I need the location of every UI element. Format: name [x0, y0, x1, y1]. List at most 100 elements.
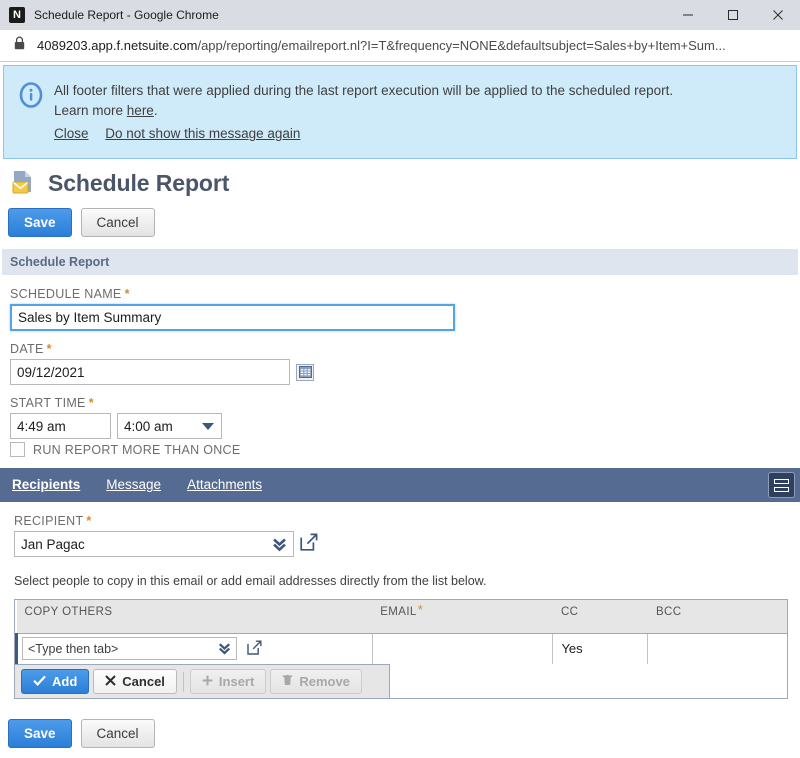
table-row: <Type then tab> Yes [15, 633, 788, 664]
minimize-button[interactable] [665, 0, 710, 30]
insert-button-label: Insert [218, 674, 255, 689]
date-label: DATE * [10, 342, 52, 356]
action-separator [182, 671, 184, 692]
page-content: All footer filters that were applied dur… [0, 62, 800, 758]
chevron-down-icon [202, 423, 214, 430]
double-chevron-down-icon [272, 536, 287, 556]
plus-icon [202, 673, 213, 690]
start-time-select[interactable]: 4:00 am [117, 413, 222, 439]
required-marker: * [88, 396, 94, 410]
cell-cc[interactable]: Yes [552, 633, 649, 664]
x-icon [105, 673, 116, 690]
copy-others-input[interactable]: <Type then tab> [22, 637, 237, 661]
cell-email[interactable] [372, 633, 554, 664]
address-bar[interactable]: 4089203.app.f.netsuite.com/app/reporting… [37, 38, 726, 53]
tab-bar: Recipients Message Attachments [0, 468, 800, 502]
column-header-copy-others[interactable]: COPY OTHERS [16, 600, 373, 634]
url-path: /app/reporting/emailreport.nl?I=T&freque… [197, 38, 726, 53]
section-header: Schedule Report [2, 249, 798, 275]
start-time-row: 4:00 am [10, 413, 800, 439]
banner-message: All footer filters that were applied dur… [54, 83, 674, 98]
table-header: COPY OTHERS EMAIL * CC BCC [16, 600, 787, 634]
check-icon [33, 673, 46, 690]
recipient-label: RECIPIENT * [14, 514, 92, 528]
window-title: Schedule Report - Google Chrome [34, 8, 219, 22]
schedule-name-label: SCHEDULE NAME * [10, 287, 130, 301]
calendar-icon[interactable] [296, 363, 314, 381]
required-marker: * [417, 602, 424, 617]
recipient-open-icon[interactable] [300, 533, 318, 556]
cell-copy-others[interactable]: <Type then tab> [15, 633, 373, 664]
start-time-select-value: 4:00 am [124, 418, 173, 434]
close-button[interactable] [755, 0, 800, 30]
tab-message[interactable]: Message [106, 477, 161, 493]
learn-more-link[interactable]: here [127, 103, 154, 118]
info-banner: All footer filters that were applied dur… [3, 65, 797, 159]
recipient-value: Jan Pagac [21, 536, 85, 552]
sublist-cancel-button[interactable]: Cancel [93, 669, 177, 694]
date-field: DATE * [10, 342, 800, 385]
add-button-label: Add [52, 674, 78, 689]
cell-bcc[interactable] [648, 633, 787, 664]
cancel-button-bottom[interactable]: Cancel [80, 719, 155, 748]
column-header-bcc[interactable]: BCC [647, 600, 787, 634]
schedule-name-field: SCHEDULE NAME * [10, 287, 800, 331]
cancel-button-top[interactable]: Cancel [80, 208, 155, 237]
required-marker: * [86, 514, 92, 528]
start-time-label: START TIME * [10, 396, 94, 410]
copy-others-hint: Select people to copy in this email or a… [14, 574, 487, 588]
required-marker: * [46, 342, 52, 356]
save-button-top[interactable]: Save [8, 208, 72, 237]
required-marker: * [124, 287, 130, 301]
run-more-than-once-checkbox[interactable] [10, 442, 25, 457]
url-host: 4089203.app.f.netsuite.com [37, 38, 198, 53]
page-title: Schedule Report [48, 169, 230, 196]
banner-close-link[interactable]: Close [54, 126, 89, 141]
tab-attachments[interactable]: Attachments [187, 477, 262, 493]
trash-icon [282, 673, 293, 690]
copy-others-open-icon[interactable] [246, 640, 262, 658]
run-more-than-once-label: RUN REPORT MORE THAN ONCE [33, 442, 241, 457]
recipients-panel: RECIPIENT * Jan Pagac Select people to c… [0, 502, 800, 588]
run-more-than-once-row: RUN REPORT MORE THAN ONCE [10, 442, 800, 457]
remove-button: Remove [270, 669, 362, 694]
list-view-icon[interactable] [768, 472, 795, 498]
sublist-cancel-label: Cancel [122, 674, 165, 689]
schedule-report-icon [10, 168, 40, 198]
browser-toolbar: 4089203.app.f.netsuite.com/app/reporting… [0, 30, 800, 62]
lock-icon [14, 36, 25, 55]
double-chevron-down-icon [218, 641, 231, 659]
copy-others-sublist: COPY OTHERS EMAIL * CC BCC <Type then tab… [14, 599, 788, 699]
schedule-form: SCHEDULE NAME* DATE* [0, 275, 800, 457]
table-header-row: COPY OTHERS EMAIL * CC BCC [16, 600, 787, 634]
tab-recipients[interactable]: Recipients [12, 477, 80, 493]
start-time-input[interactable] [10, 413, 111, 439]
sublist-action-bar: Add Cancel Insert Remove [15, 664, 390, 698]
copy-others-table: COPY OTHERS EMAIL * CC BCC <Type then tab… [15, 600, 787, 664]
maximize-button[interactable] [710, 0, 755, 30]
schedule-name-input[interactable] [10, 304, 455, 331]
learn-more-suffix: . [153, 103, 158, 118]
bottom-button-row: Save Cancel [0, 699, 800, 748]
banner-dismiss-link[interactable]: Do not show this message again [105, 126, 300, 141]
save-button-bottom[interactable]: Save [8, 719, 72, 748]
window-controls [665, 0, 800, 30]
top-button-row: Save Cancel [0, 199, 800, 237]
copy-others-value: <Type then tab> [28, 641, 119, 656]
banner-actions: Close Do not show this message again [54, 124, 673, 144]
start-time-field: START TIME* 4:00 am RUN REPORT MORE THAN… [10, 396, 800, 457]
column-header-cc[interactable]: CC [552, 600, 648, 634]
window-title-bar: N Schedule Report - Google Chrome [0, 0, 800, 30]
table-body: <Type then tab> Yes [15, 633, 788, 664]
insert-button: Insert [189, 669, 267, 694]
add-button[interactable]: Add [21, 669, 90, 694]
remove-button-label: Remove [299, 674, 350, 689]
recipient-row: Jan Pagac [14, 531, 800, 557]
recipient-select[interactable]: Jan Pagac [14, 531, 294, 557]
date-input[interactable] [10, 359, 290, 385]
page-header: Schedule Report [0, 159, 800, 199]
column-header-email[interactable]: EMAIL * [372, 600, 553, 634]
favicon: N [9, 7, 25, 23]
date-input-row [10, 359, 800, 385]
info-icon [18, 80, 54, 144]
